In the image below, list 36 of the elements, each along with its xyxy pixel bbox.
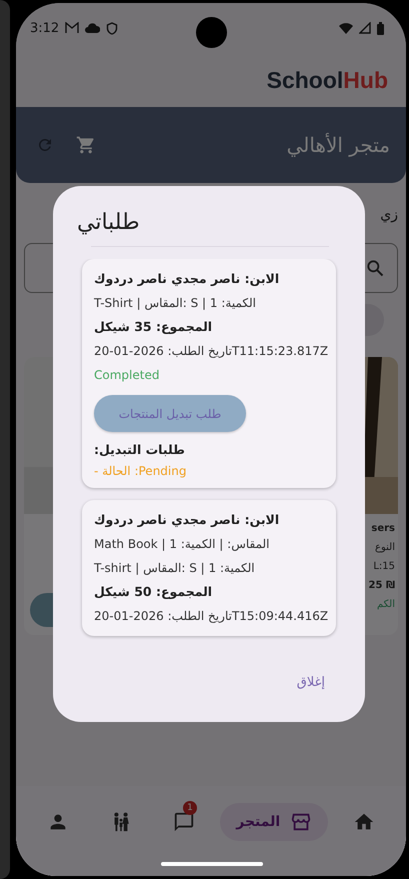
order-total: المجموع: 50 شيكل (94, 583, 212, 601)
child-name: الابن: ناصر مجدي ناصر دردوك (94, 511, 280, 529)
order-total: المجموع: 35 شيكل (94, 318, 212, 336)
notification-badge: 1 (183, 801, 198, 815)
order-item: Math Book | المقاس: | الكمية: 1 (94, 536, 270, 553)
product-price: 25 ₪ (368, 579, 395, 593)
mail-icon (65, 22, 80, 34)
dialog-title: طلباتي (76, 209, 141, 237)
search-icon (365, 258, 385, 278)
exchange-status: - الحالة :Pending (94, 463, 186, 480)
nav-item[interactable]: المتجر (220, 803, 328, 841)
child-name: الابن: ناصر مجدي ناصر دردوك (94, 270, 280, 288)
order-date: تاريخ الطلب: 2026-01-20T15:09:44.416Z (94, 608, 328, 625)
stock-label: الكم (376, 598, 395, 612)
battery-icon (377, 22, 384, 34)
order-status: Completed (94, 367, 160, 384)
order-item: T-shirt | المقاس: S | الكمية: 1 (94, 560, 255, 577)
cloud-icon (85, 22, 100, 34)
camera-cutout (196, 17, 227, 48)
product-detail: L:15 (373, 560, 395, 574)
wifi-icon (339, 22, 353, 34)
status-time: 3:12 (30, 20, 60, 36)
shield-icon (106, 22, 118, 34)
page-title: متجر الأهالي (286, 133, 390, 157)
order-item: T-Shirt | المقاس: S | الكمية: 1 (94, 295, 256, 312)
product-detail: النوع (375, 541, 395, 555)
signal-icon (359, 22, 371, 34)
store-icon (290, 811, 312, 833)
product-name: sers (371, 522, 395, 536)
order-date: تاريخ الطلب: 2026-01-20T11:15:23.817Z (94, 343, 328, 360)
cart-icon[interactable] (76, 135, 96, 155)
section-label: زي (380, 207, 398, 223)
exchange-heading: :طلبات التبديل (94, 441, 185, 459)
nav-item[interactable]: 1 (157, 803, 212, 841)
app-logo: SchoolHub (266, 66, 388, 94)
close-button[interactable]: إغلاق (292, 671, 329, 694)
